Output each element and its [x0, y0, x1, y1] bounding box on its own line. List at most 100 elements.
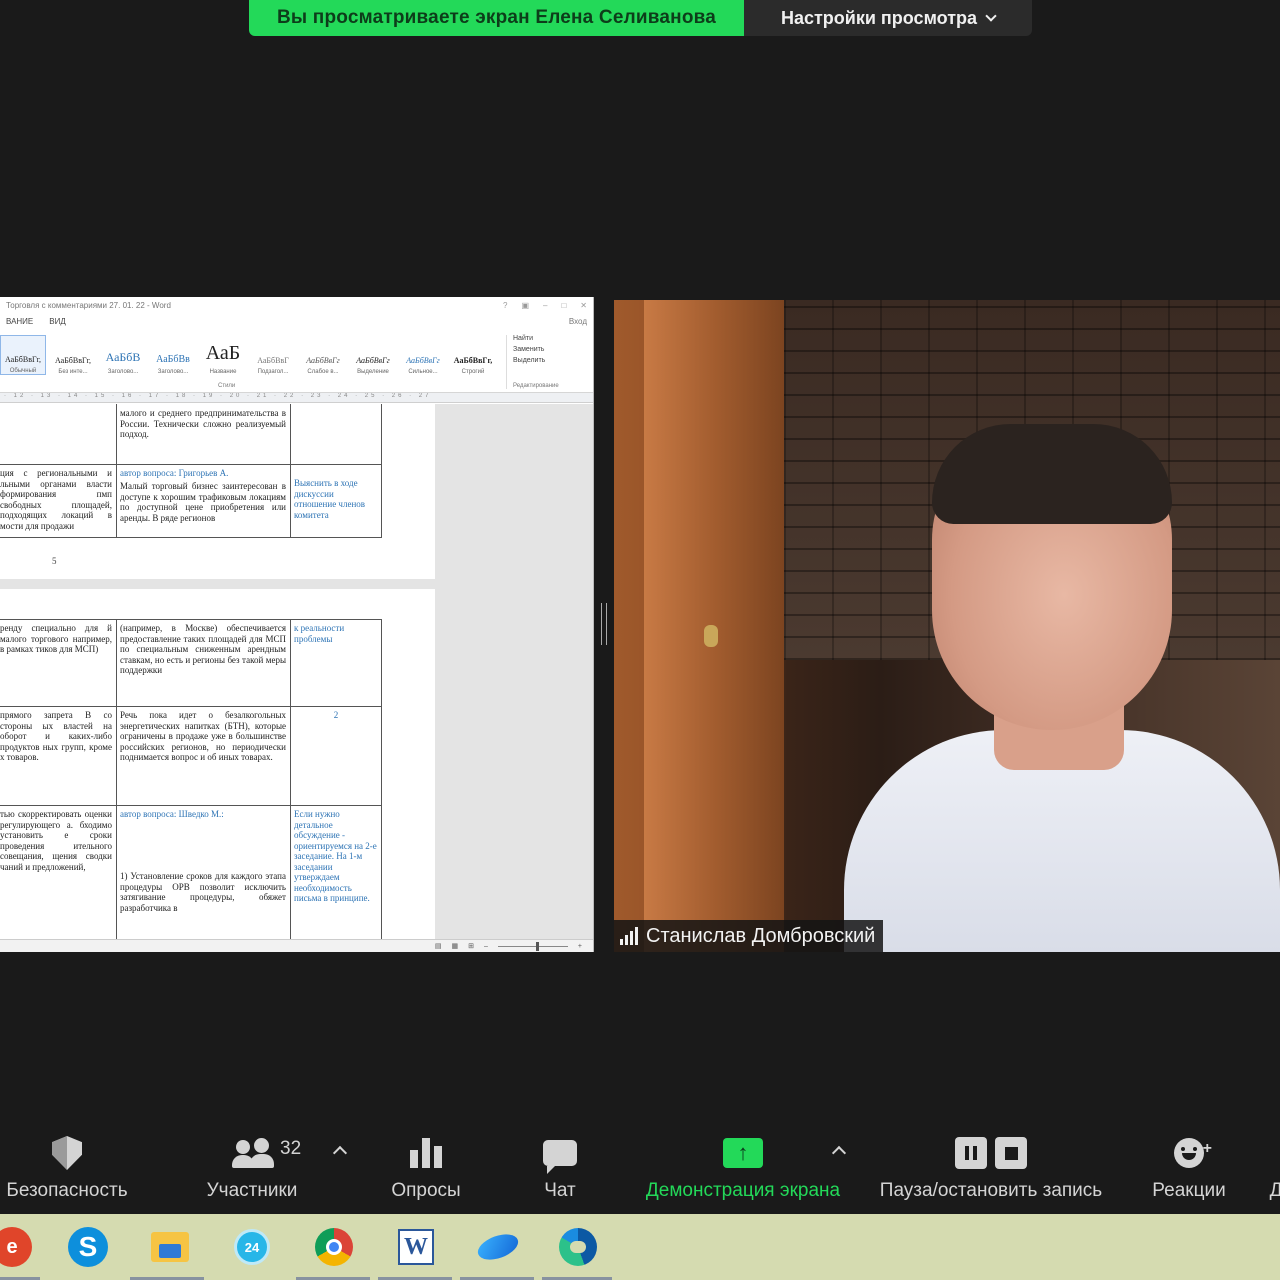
- menu-item-review: ВАНИЕ: [6, 317, 34, 326]
- style-title: АаБ Название: [200, 335, 246, 375]
- comment-cell: 2: [333, 710, 339, 720]
- participants-label: Участники: [206, 1180, 298, 1201]
- comment-cell: к реальности проблемы: [294, 623, 345, 644]
- word-menu-bar: ВАНИЕ ВИД Вход: [0, 317, 593, 331]
- zoom-out-icon: –: [484, 942, 488, 950]
- word-title-bar: Торговля с комментариями 27. 01. 22 - Wo…: [0, 297, 593, 317]
- table-border: [0, 619, 382, 620]
- polls-button[interactable]: Опросы: [386, 1130, 466, 1202]
- style-subtitle: АаБбВвГ Подзагол...: [250, 335, 296, 375]
- table-border: [0, 537, 382, 538]
- participant-video-tile[interactable]: Станислав Домбровский: [614, 300, 1280, 952]
- editing-group: Найти Заменить Выделить Редактирование: [506, 335, 559, 389]
- table-border: [116, 619, 117, 939]
- style-name: Название: [209, 369, 237, 375]
- print-layout-icon: ▦: [451, 943, 459, 950]
- video-background-door: [644, 300, 784, 952]
- table-cell: ция с региональными и льными органами вл…: [0, 468, 112, 531]
- style-sample: АаБбВвГг,: [54, 356, 91, 365]
- reactions-label: Реакции: [1152, 1180, 1226, 1201]
- style-heading-2: АаБбВв Заголово...: [150, 335, 196, 375]
- styles-gallery: АаБбВвГг, Обычный АаБбВвГг, Без инте... Аа…: [0, 335, 496, 375]
- style-sample: АаБбВв: [156, 354, 190, 365]
- view-options-button[interactable]: Настройки просмотра: [744, 0, 1032, 36]
- participant-name-tag: Станислав Домбровский: [614, 920, 884, 952]
- table-border: [290, 404, 291, 538]
- stop-recording-icon[interactable]: [995, 1137, 1027, 1169]
- chevron-down-icon: [985, 10, 997, 22]
- zoom-in-icon: +: [577, 942, 582, 950]
- chat-label: Чат: [544, 1180, 576, 1201]
- participants-icon: [232, 1138, 274, 1168]
- style-heading-1: АаБбВ Заголово...: [100, 335, 146, 375]
- participants-button[interactable]: 32 Участники: [200, 1130, 304, 1202]
- document-area: малого и среднего предпринимательства в …: [0, 404, 593, 939]
- author-label: автор вопроса: Григорьев А.: [120, 468, 229, 478]
- skype-icon[interactable]: S: [66, 1225, 110, 1269]
- chat-button[interactable]: Чат: [530, 1130, 590, 1202]
- word-ribbon: АаБбВвГг, Обычный АаБбВвГг, Без инте... Аа…: [0, 331, 593, 393]
- minimize-icon: –: [543, 301, 548, 310]
- style-sample: АаБбВвГ: [257, 356, 289, 365]
- doorknob: [704, 625, 718, 647]
- comment-cell: Если нужно детальное обсуждение - ориент…: [294, 809, 377, 903]
- bitrix24-icon[interactable]: 24: [230, 1225, 274, 1269]
- table-border: [0, 464, 382, 465]
- table-border: [0, 706, 382, 707]
- share-screen-label: Демонстрация экрана: [645, 1180, 841, 1201]
- recording-controls[interactable]: Пауза/остановить запись: [870, 1130, 1112, 1202]
- select-command: Выделить: [513, 357, 546, 364]
- word-icon[interactable]: W: [394, 1225, 438, 1269]
- share-screen-arrow-icon: ↑: [723, 1138, 763, 1168]
- document-page: малого и среднего предпринимательства в …: [0, 404, 435, 579]
- split-view-handle[interactable]: [601, 603, 607, 645]
- style-sample: АаБ: [205, 342, 241, 364]
- style-intense-emphasis: АаБбВвГг Сильное...: [400, 335, 446, 375]
- find-command: Найти: [513, 335, 533, 342]
- styles-group-label: Стили: [218, 383, 236, 389]
- word-window-title: Торговля с комментариями 27. 01. 22 - Wo…: [6, 301, 171, 310]
- participants-options-caret-icon[interactable]: [332, 1145, 348, 1161]
- style-sample: АаБбВвГг,: [4, 355, 41, 364]
- edge-icon[interactable]: [556, 1225, 600, 1269]
- page-number: 5: [52, 556, 57, 566]
- document-page: ренду специально для й малого торгового …: [0, 589, 435, 939]
- view-options-label: Настройки просмотра: [780, 7, 978, 28]
- replace-command: Заменить: [513, 346, 545, 353]
- ribbon-options-icon: ▣: [521, 301, 529, 310]
- chrome-icon[interactable]: [312, 1225, 356, 1269]
- help-icon: ?: [502, 301, 508, 310]
- style-name: Подзагол...: [257, 369, 289, 375]
- style-name: Заголово...: [107, 369, 139, 375]
- reactions-button[interactable]: + Реакции: [1148, 1130, 1230, 1202]
- shield-icon: [52, 1136, 82, 1170]
- screen-share-banner: Вы просматриваете экран Елена Селиванова…: [249, 0, 1032, 36]
- style-sample: АаБбВ: [105, 350, 141, 364]
- editing-group-label: Редактирование: [513, 383, 559, 389]
- style-name: Заголово...: [157, 369, 189, 375]
- zoom-icon[interactable]: [474, 1225, 522, 1269]
- shared-screen-word-window[interactable]: Торговля с комментариями 27. 01. 22 - Wo…: [0, 297, 594, 952]
- pause-recording-icon[interactable]: [955, 1137, 987, 1169]
- table-border: [290, 619, 291, 939]
- author-label: автор вопроса: Шведко М.:: [120, 809, 224, 819]
- style-normal: АаБбВвГг, Обычный: [0, 335, 46, 375]
- table-cell: Речь пока идет о безалкогольных энергети…: [120, 710, 286, 762]
- table-cell: ренду специально для й малого торгового …: [0, 623, 112, 654]
- table-cell: (например, в Москве) обеспечивается пред…: [120, 623, 286, 675]
- share-screen-button[interactable]: ↑ Демонстрация экрана: [638, 1130, 848, 1202]
- participant-hair: [932, 424, 1172, 524]
- cut-off-label: Д: [1269, 1180, 1280, 1201]
- style-sample: АаБбВвГг,: [453, 356, 493, 365]
- style-name: Выделение: [357, 369, 389, 375]
- style-name: Слабое в...: [307, 369, 339, 375]
- file-explorer-icon[interactable]: [148, 1225, 192, 1269]
- reactions-smiley-icon: +: [1174, 1138, 1212, 1168]
- style-name: Без инте...: [58, 369, 88, 375]
- security-button[interactable]: Безопасность: [4, 1130, 130, 1202]
- red-app-icon[interactable]: e: [0, 1225, 34, 1269]
- comment-cell: Выяснить в ходе дискуссии отношение член…: [294, 478, 366, 520]
- connection-signal-icon: [620, 927, 638, 945]
- more-button-cut-off[interactable]: Д: [1266, 1130, 1280, 1202]
- style-no-spacing: АаБбВвГг, Без инте...: [50, 335, 96, 375]
